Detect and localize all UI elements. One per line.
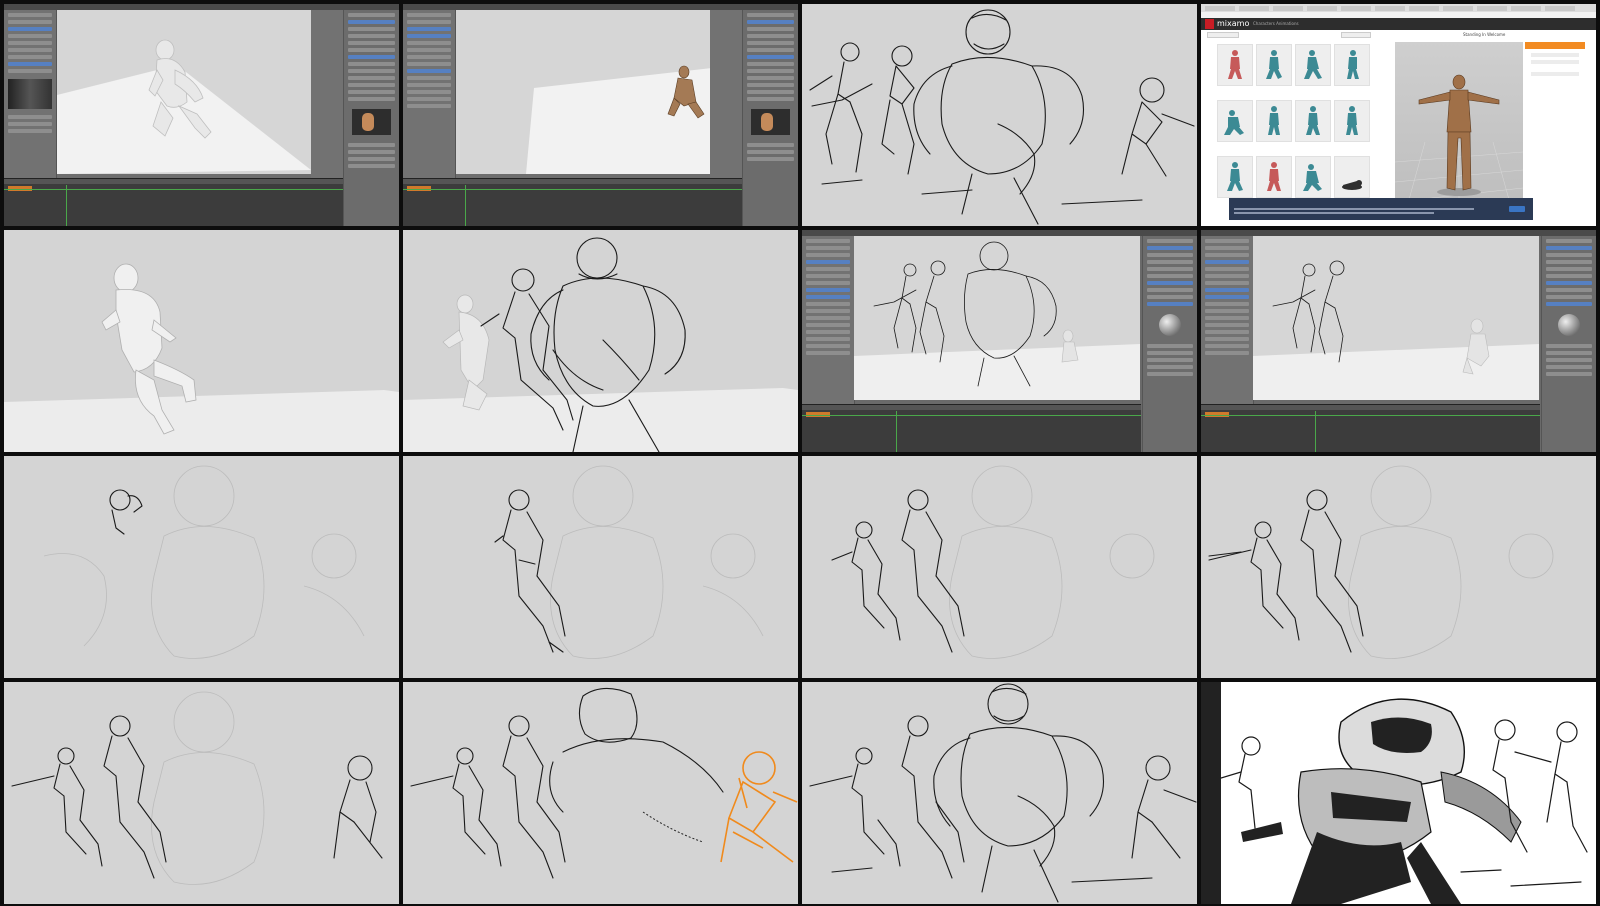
blender-outliner-panel[interactable] [742,10,798,226]
blender-timeline[interactable] [403,178,742,226]
thumbnail-11-sketch-two-soldiers[interactable] [802,456,1197,678]
blender-material-panel[interactable] [1541,236,1596,452]
site-nav[interactable]: Characters Animations [1253,21,1299,26]
animation-card[interactable] [1334,156,1370,198]
site-brand-text[interactable]: mixamo [1217,19,1249,29]
thumbnail-3-sketch-full[interactable] [802,4,1197,226]
animation-card-grid [1217,44,1370,198]
material-preview-ball [1159,314,1181,336]
blender-3d-viewport[interactable] [57,10,311,174]
blender-properties-strip[interactable] [311,10,343,178]
animation-card[interactable] [1295,44,1331,86]
download-button[interactable] [1525,42,1585,49]
thumbnail-1-blender-mannequin[interactable] [4,4,399,226]
filter-dropdown[interactable] [1341,32,1371,38]
thumbnail-grid: mixamo Characters Animations Standing In… [4,4,1596,904]
character-preview-viewport[interactable] [1395,42,1523,214]
animation-card[interactable] [1334,44,1370,86]
download-panel [1525,42,1585,79]
thumbnail-13-sketch-three-soldiers[interactable] [4,682,399,904]
blender-3d-viewport[interactable] [1253,236,1539,400]
blender-tool-panel[interactable] [4,10,57,178]
animation-card[interactable] [1256,44,1292,86]
animation-card[interactable] [1334,100,1370,142]
material-preview-ball [1558,314,1580,336]
inked-panel [1221,682,1596,904]
blender-3d-viewport[interactable] [456,10,712,174]
thumbnail-4-browser-mixamo[interactable]: mixamo Characters Animations Standing In… [1201,4,1596,226]
search-input[interactable] [1207,32,1239,38]
thumbnail-16-final-art[interactable] [1201,682,1596,904]
thumbnail-5-render-soldier[interactable] [4,230,399,452]
thumbnail-14-sketch-orange[interactable] [403,682,798,904]
browser-tab-bar[interactable] [1201,4,1596,12]
thumbnail-10-sketch-one-soldier[interactable] [403,456,798,678]
thumbnail-8-blender-scene[interactable] [1201,230,1596,452]
cookie-banner [1229,198,1533,220]
animation-card[interactable] [1217,44,1253,86]
blender-material-panel[interactable] [1142,236,1197,452]
cookie-accept-button[interactable] [1509,206,1525,212]
preview-title: Standing In Welcome [1463,32,1506,37]
mixamo-logo-icon[interactable] [1205,19,1214,29]
animation-card[interactable] [1295,156,1331,198]
thumbnail-15-sketch-full[interactable] [802,682,1197,904]
thumbnail-6-sketch-roughs[interactable] [403,230,798,452]
blender-properties-strip[interactable] [710,10,742,178]
animation-card[interactable] [1256,156,1292,198]
thumbnail-2-blender-textured[interactable] [403,4,798,226]
animation-card[interactable] [1217,156,1253,198]
blender-timeline[interactable] [4,178,343,226]
blender-tool-panel[interactable] [1201,236,1254,404]
blender-tool-panel[interactable] [802,236,855,404]
animation-card[interactable] [1295,100,1331,142]
thumbnail-7-blender-sketch-scene[interactable] [802,230,1197,452]
animation-card[interactable] [1256,100,1292,142]
thumbnail-9-sketch-helmet[interactable] [4,456,399,678]
thumbnail-12-sketch-rifle[interactable] [1201,456,1596,678]
blender-outliner-panel[interactable] [343,10,399,226]
blender-timeline[interactable] [802,404,1141,452]
animation-card[interactable] [1217,100,1253,142]
blender-3d-viewport[interactable] [854,236,1140,400]
blender-tool-panel[interactable] [403,10,456,178]
blender-timeline[interactable] [1201,404,1540,452]
